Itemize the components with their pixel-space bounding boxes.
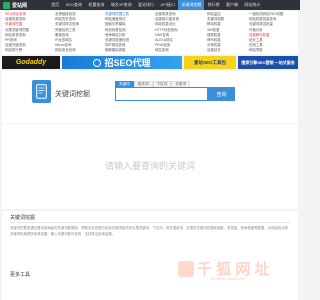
ad-text: 搜索引擎SEO营销 一站式服务	[241, 59, 295, 65]
tool-link[interactable]: ·百度站长	[206, 48, 244, 53]
empty-results-hint: 请输入要查询的关键词	[104, 161, 195, 171]
ad-ring-icon	[93, 58, 102, 67]
tool-links-panel: ·SEO综合查询 ·百度权重查询 ·关键词挖掘 ·长尾关键词挖掘 ·网站收录查询 ·PR查…	[2, 11, 298, 54]
nav-item[interactable]: API接口	[157, 0, 178, 10]
results-panel: 请输入要查询的关键词	[2, 124, 298, 209]
links-column-1: ·SEO综合查询 ·百度权重查询 ·关键词挖掘 ·长尾关键词挖掘 ·网站收录查询 ·PR查…	[4, 12, 48, 54]
nav-item[interactable]: 爱站排行	[135, 0, 157, 10]
nav-item[interactable]: 权重查询	[85, 0, 107, 10]
ad-banner-seo-service[interactable]: 搜索引擎SEO营销 一站式服务	[238, 56, 298, 69]
nav-item[interactable]: 网站统计	[241, 0, 263, 10]
nav-item[interactable]: 首页	[48, 0, 62, 10]
nav-item[interactable]: 客户端	[223, 0, 241, 10]
keyword-tool-icon	[32, 80, 51, 103]
tool-link[interactable]: ·蜘蛛模拟抓取	[104, 48, 150, 53]
links-column-3: ·关键词挖掘工具 ·网站速度测试 ·搜索引擎模拟 ·网页标签检测 ·竞争网站分析 ·关键词…	[104, 12, 150, 54]
links-column-2: ·友情链接检测 ·网站历史查询 ·关键词排名查询 ·死链检测工具 ·备案查询 ·IP反查域…	[54, 12, 100, 54]
links-column-6: ·一键检测网站SEO问题 ·网站权重批量查询 ·关键词排名批量 ·外链分析 ·百度移动权…	[248, 12, 298, 54]
ad-text: Godaddy	[15, 59, 47, 66]
watermark-subtext: QIANHU WANGZHI	[210, 276, 246, 281]
search-button[interactable]: 查询	[208, 87, 235, 101]
keyword-search-input[interactable]	[115, 87, 208, 101]
description-panel: 关键词挖掘 关键词挖掘是通过爱站网海量的关键词数据库，帮助站长挖掘与目标关键词相…	[2, 211, 298, 300]
more-tools-title: 更多工具	[10, 272, 31, 278]
tool-link[interactable]: ·域名查询	[154, 48, 202, 53]
links-column-4: ·百度收录查询 ·百度索引量查询 ·网站权重对比 ·HTTP状态查询 ·DNS查询 ·AL…	[154, 12, 202, 54]
phone-document-icon	[36, 84, 47, 99]
links-column-5: ·网站监控 ·关键词指数 ·移动权重 ·360权重 ·搜狗权重 ·神马权重 ·头条权重 ·百度…	[206, 12, 244, 54]
page-title: 关键词挖掘	[55, 91, 90, 98]
tool-link[interactable]: ·网站排行榜	[4, 48, 48, 53]
tool-link[interactable]: ·网站导航	[248, 48, 298, 53]
ad-text: 招SEO代理	[104, 58, 151, 68]
site-logo[interactable]: 爱站网	[0, 1, 48, 9]
top-navigation: 爱站网 首页 SEO查询 权重查询 域名/IP查询 爱站排行 API接口 关键词挖掘 排行榜客…	[0, 0, 300, 10]
tool-link[interactable]: ·网站安全检测	[54, 48, 100, 53]
nav-item[interactable]: SEO查询	[62, 0, 85, 10]
description-text: 关键词挖掘是通过爱站网海量的关键词数据库，帮助站长挖掘与目标关键词相关的长尾关键…	[10, 226, 289, 236]
ad-banner-toolkit[interactable]: 爱站SEO工具包	[184, 56, 236, 69]
description-title: 关键词挖掘	[10, 215, 36, 221]
logo-icon	[3, 1, 10, 9]
ad-text: 爱站SEO工具包	[193, 59, 226, 65]
ad-banners: Godaddy 招SEO代理 爱站SEO工具包 搜索引擎SEO营销 一站式服务	[2, 56, 298, 69]
nav-item[interactable]: 排行榜	[204, 0, 222, 10]
watermark-logo-icon	[178, 260, 194, 277]
nav-item[interactable]: 关键词挖掘	[178, 0, 205, 10]
divider	[10, 222, 290, 223]
logo-text: 爱站网	[12, 2, 28, 9]
ad-banner-seo-agent[interactable]: 招SEO代理	[62, 56, 182, 69]
ad-banner-godaddy[interactable]: Godaddy	[2, 56, 60, 69]
search-section: 关键词挖掘 关键词 相关词 下拉词 长尾词 查询	[2, 71, 298, 123]
main-nav: 首页 SEO查询 权重查询 域名/IP查询 爱站排行 API接口 关键词挖掘 排行榜 客户端 网站…	[48, 0, 264, 10]
nav-item[interactable]: 域名/IP查询	[108, 0, 135, 10]
